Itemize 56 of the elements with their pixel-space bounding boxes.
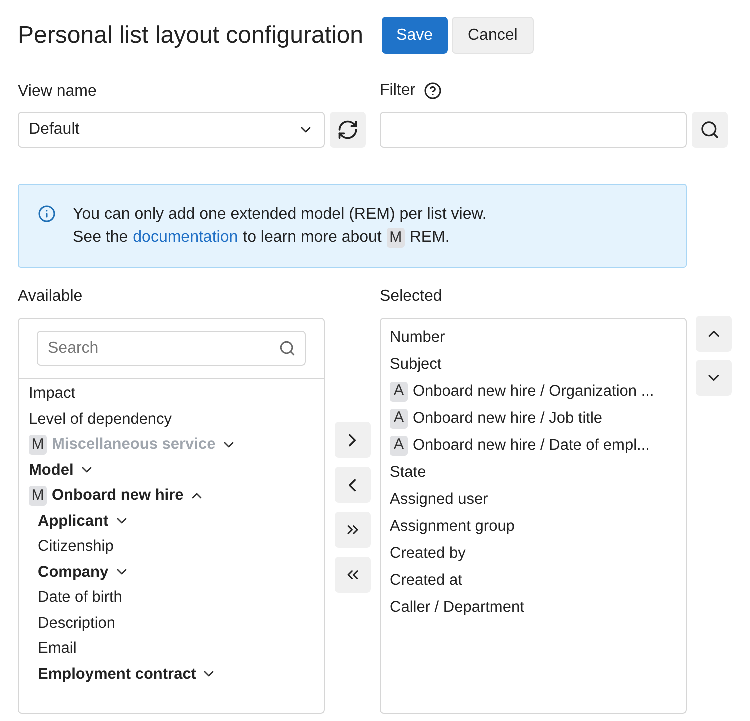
info-text: See the	[73, 228, 128, 248]
list-item[interactable]: Number	[390, 326, 446, 350]
filter-input[interactable]	[380, 112, 687, 148]
save-button[interactable]: Save	[382, 17, 448, 54]
list-item[interactable]: Onboard new hire / Date of empl...	[413, 434, 650, 458]
move-right-button[interactable]	[334, 422, 370, 458]
list-item[interactable]: Onboard new hire	[52, 484, 184, 508]
list-item[interactable]: Email	[38, 637, 77, 660]
info-text: to learn more about	[243, 228, 382, 248]
list-item[interactable]: Created by	[390, 542, 466, 566]
move-all-right-button[interactable]	[334, 512, 370, 548]
field-label: View name	[18, 82, 98, 102]
list-item[interactable]: Date of birth	[38, 586, 122, 610]
list-item[interactable]: Impact	[29, 382, 76, 406]
field-label: Filter	[380, 81, 416, 101]
list-item[interactable]: Onboard new hire / Organization ...	[413, 380, 654, 404]
move-all-left-button[interactable]	[334, 557, 370, 593]
info-text: You can only add one extended model (REM) per list view.	[73, 205, 487, 225]
search-icon	[700, 120, 720, 140]
list-item[interactable]: Created at	[390, 568, 462, 592]
list-item[interactable]: State	[390, 460, 426, 484]
badge-label: M	[386, 228, 405, 248]
documentation-link[interactable]: documentation	[133, 226, 238, 249]
list-item[interactable]: Level of dependency	[29, 408, 172, 431]
cancel-button[interactable]: Cancel	[452, 17, 534, 54]
list-item[interactable]: Description	[38, 612, 116, 635]
list-item[interactable]: Onboard new hire / Job title	[413, 406, 603, 430]
badge-label: A	[390, 382, 408, 402]
badge-label: M	[29, 434, 47, 455]
badge-label: A	[390, 408, 408, 428]
search-icon	[279, 340, 296, 357]
panel-label: Available	[18, 287, 84, 307]
info-text: REM.	[410, 228, 450, 248]
list-item[interactable]: Assignment group	[390, 514, 515, 538]
list-item[interactable]: Applicant	[38, 510, 109, 533]
badge-label: M	[29, 486, 47, 506]
list-item[interactable]: Employment contract	[38, 662, 196, 686]
list-item[interactable]: Model	[29, 458, 74, 482]
search-button[interactable]	[692, 112, 728, 148]
chevron-left-icon	[349, 478, 356, 492]
panel-label: Selected	[380, 287, 444, 307]
list-item[interactable]: Citizenship	[38, 535, 114, 558]
view-name-dropdown[interactable]: Default	[18, 112, 325, 148]
list-item[interactable]: Caller / Department	[390, 596, 524, 620]
list-item[interactable]: Company	[38, 560, 109, 584]
refresh-icon	[337, 119, 359, 141]
refresh-button[interactable]	[330, 112, 366, 148]
move-left-button[interactable]	[334, 467, 370, 503]
badge-label: A	[390, 436, 408, 456]
chevron-right-icon	[349, 434, 356, 446]
page-title: Personal list layout configuration	[18, 20, 364, 50]
info-icon	[38, 205, 56, 223]
list-item[interactable]: Subject	[390, 352, 442, 376]
search-field[interactable]: Search	[37, 331, 306, 366]
help-icon[interactable]	[424, 82, 442, 100]
list-item[interactable]: Assigned user	[390, 488, 488, 512]
